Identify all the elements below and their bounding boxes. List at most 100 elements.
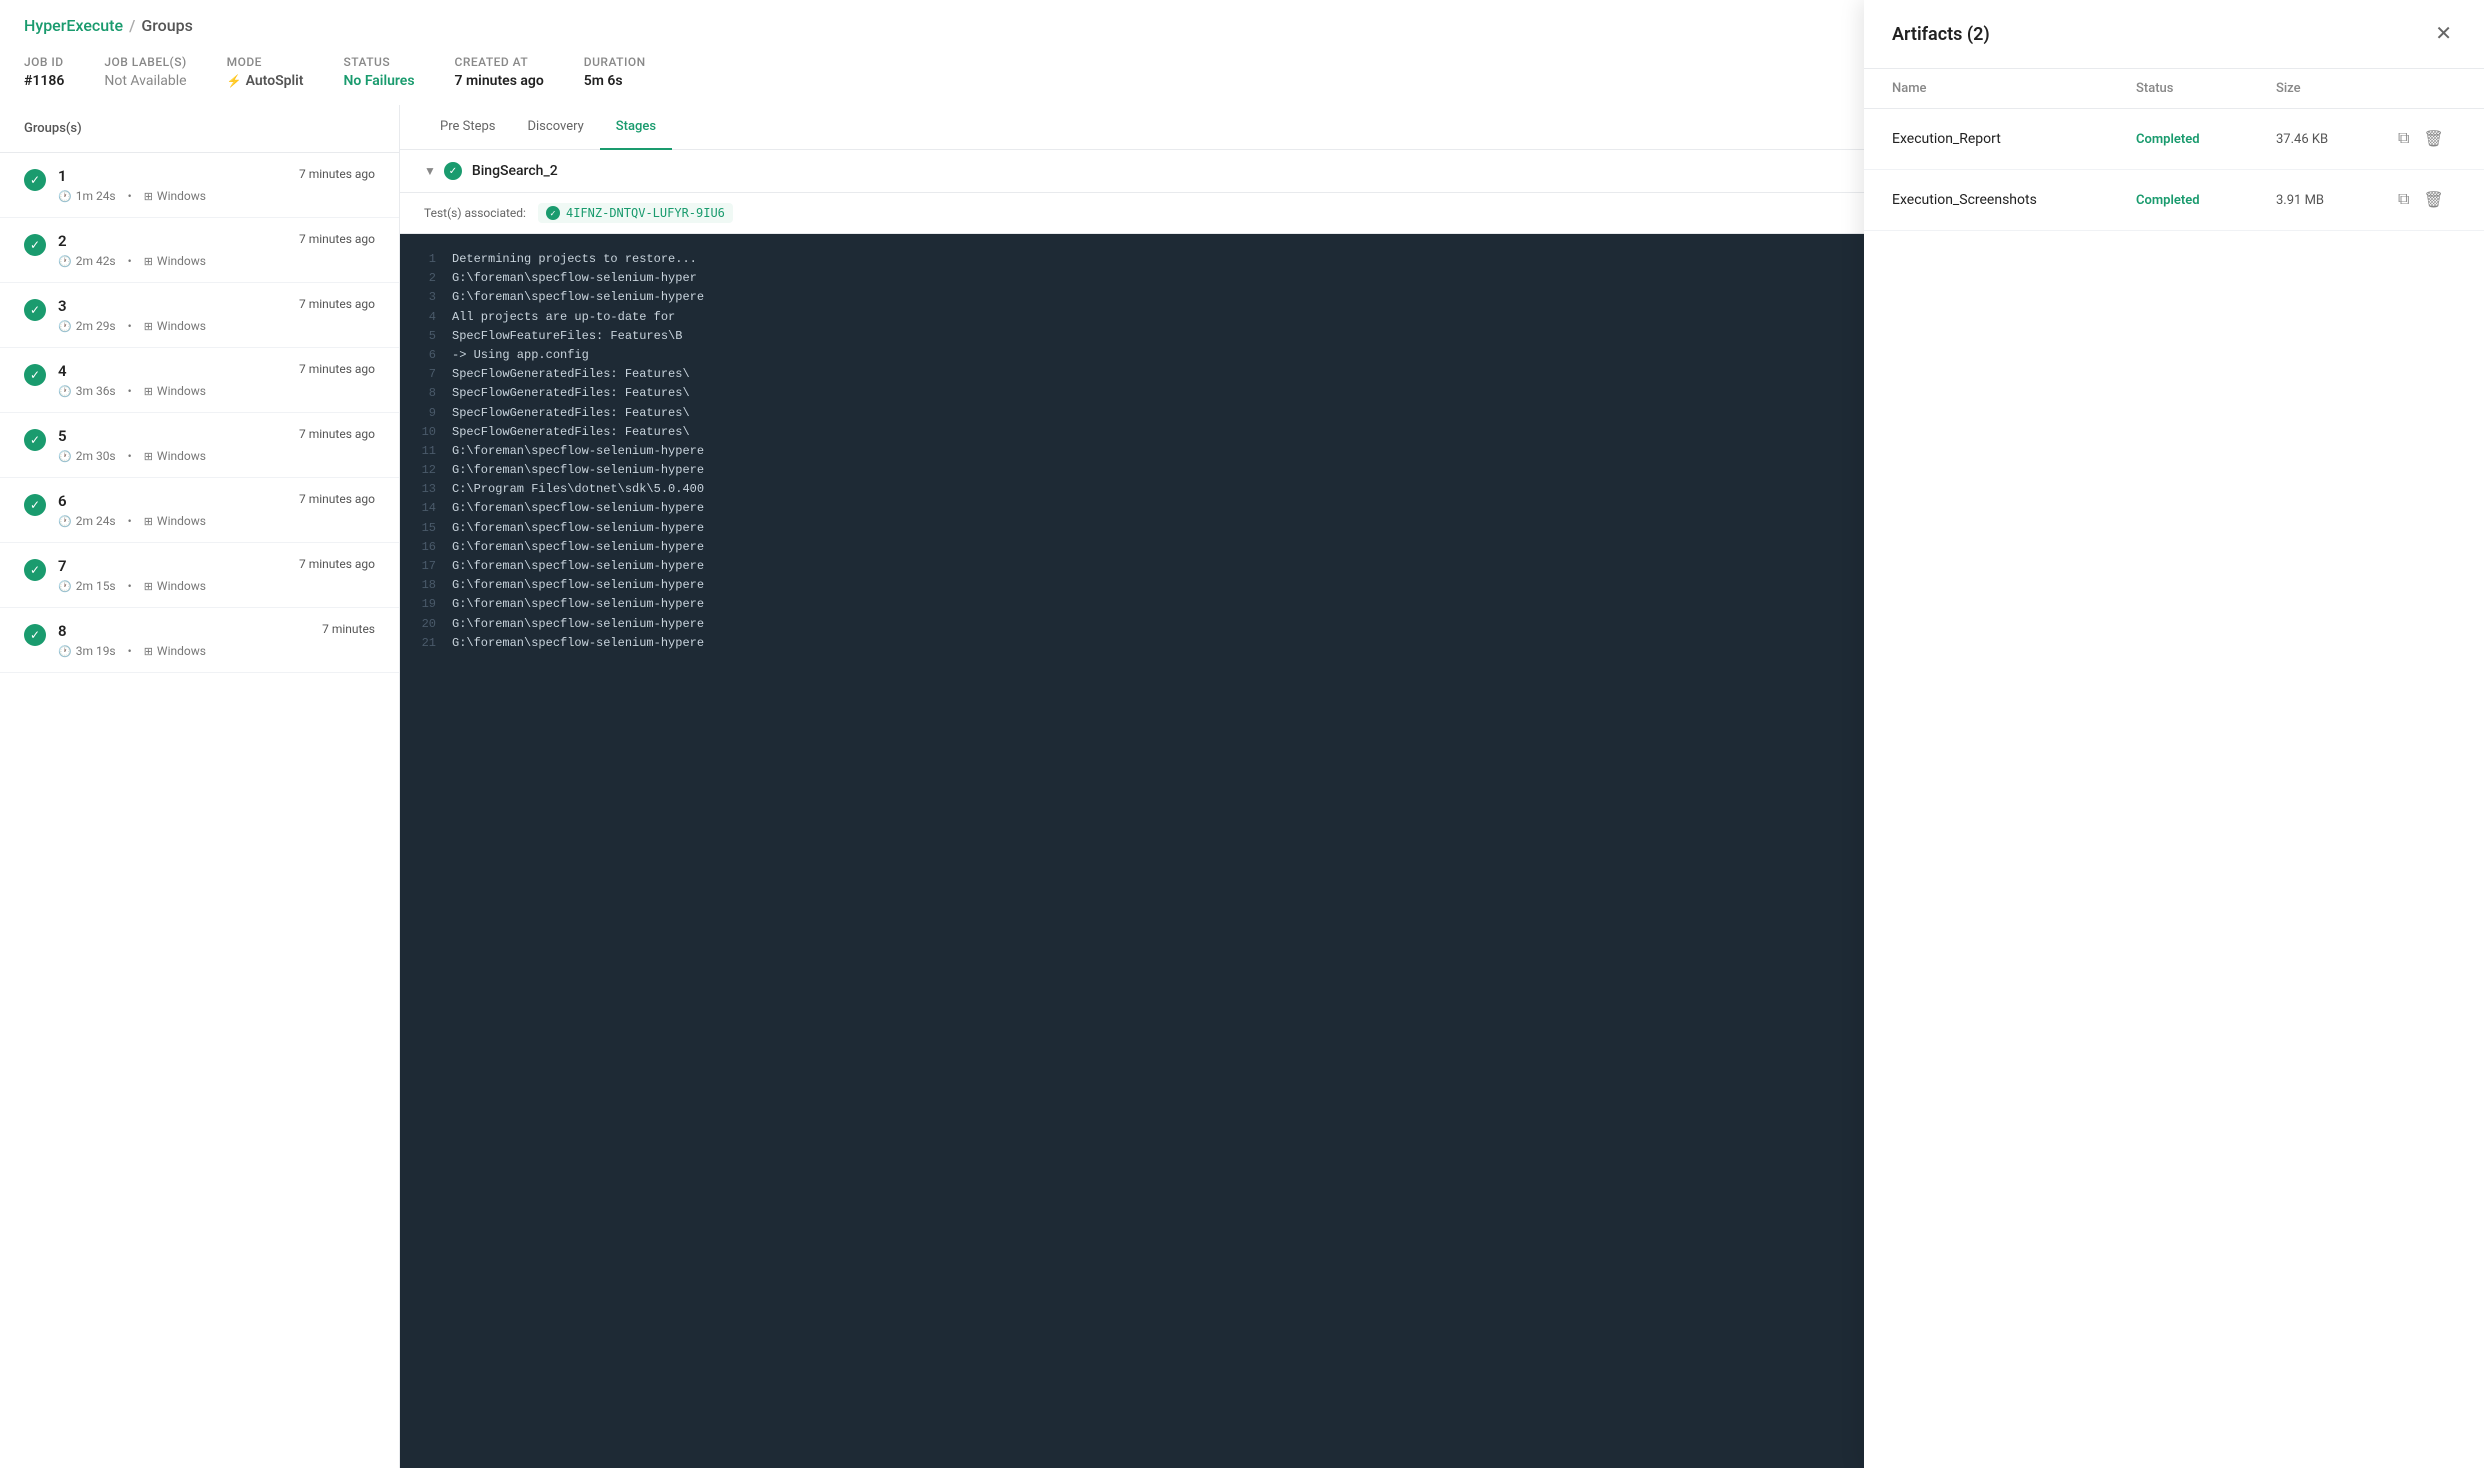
artifact-actions: ⧉ 🗑 [2396,188,2456,212]
job-label-label: Job Label(s) [104,55,186,69]
group-detail-sep: • [128,254,132,268]
group-os: ⊞ Windows [144,449,206,463]
artifact-name: Execution_Report [1892,131,2136,147]
artifact-copy-button[interactable]: ⧉ [2396,189,2411,211]
group-os: ⊞ Windows [144,319,206,333]
group-duration: 🕐 2m 42s [58,254,116,268]
clock-icon: 🕐 [58,645,72,658]
group-duration: 🕐 2m 15s [58,579,116,593]
log-line-number: 12 [416,461,436,480]
artifacts-col-status-header: Status [2136,81,2276,96]
artifact-size: 37.46 KB [2276,132,2396,147]
group-duration: 🕐 2m 24s [58,514,116,528]
stage-name: BingSearch_2 [472,163,558,179]
breadcrumb-hyperexecute-link[interactable]: HyperExecute [24,16,123,35]
artifacts-list: Execution_Report Completed 37.46 KB ⧉ 🗑 … [1864,109,2484,231]
test-id-text: 4IFNZ-DNTQV-LUFYR-9IU6 [566,206,725,220]
log-line-text: G:\foreman\specflow-selenium-hypere [452,442,704,461]
clock-icon: 🕐 [58,450,72,463]
windows-icon: ⊞ [144,645,153,658]
test-id-badge[interactable]: ✓ 4IFNZ-DNTQV-LUFYR-9IU6 [538,203,733,223]
group-item[interactable]: ✓ 2 🕐 2m 42s • ⊞ Windows 7 minutes ago [0,218,399,283]
log-line-number: 2 [416,269,436,288]
log-line-text: G:\foreman\specflow-selenium-hypere [452,557,704,576]
group-detail-sep: • [128,449,132,463]
group-details: 🕐 2m 29s • ⊞ Windows [58,319,299,333]
windows-icon: ⊞ [144,255,153,268]
stage-expand-icon[interactable]: ▼ [424,164,436,178]
artifacts-table-header: Name Status Size [1864,69,2484,109]
artifact-row: Execution_Screenshots Completed 3.91 MB … [1864,170,2484,231]
log-line-number: 10 [416,423,436,442]
artifact-delete-button[interactable]: 🗑 [2421,127,2445,151]
group-details: 🕐 1m 24s • ⊞ Windows [58,189,299,203]
group-number: 3 [58,297,299,315]
tab-discovery[interactable]: Discovery [511,105,599,150]
group-item[interactable]: ✓ 4 🕐 3m 36s • ⊞ Windows 7 minutes ago [0,348,399,413]
log-line-text: G:\foreman\specflow-selenium-hypere [452,519,704,538]
group-number: 2 [58,232,299,250]
group-duration: 🕐 1m 24s [58,189,116,203]
group-item[interactable]: ✓ 8 🕐 3m 19s • ⊞ Windows 7 minutes [0,608,399,673]
artifacts-title: Artifacts (2) [1892,24,1990,45]
group-details: 🕐 2m 15s • ⊞ Windows [58,579,299,593]
tab-stages[interactable]: Stages [600,105,672,150]
groups-list: ✓ 1 🕐 1m 24s • ⊞ Windows 7 minutes ago ✓… [0,153,399,1468]
group-check-icon: ✓ [24,364,46,386]
group-time: 7 minutes ago [299,167,375,181]
group-number: 7 [58,557,299,575]
test-status-dot: ✓ [546,206,560,220]
group-check-icon: ✓ [24,559,46,581]
group-details: 🕐 2m 24s • ⊞ Windows [58,514,299,528]
job-mode-col: Mode AutoSplit [227,55,304,89]
group-detail-sep: • [128,319,132,333]
log-line-number: 20 [416,615,436,634]
artifact-copy-button[interactable]: ⧉ [2396,128,2411,150]
windows-icon: ⊞ [144,190,153,203]
group-duration: 🕐 2m 30s [58,449,116,463]
group-number: 1 [58,167,299,185]
group-time: 7 minutes ago [299,427,375,441]
group-number: 6 [58,492,299,510]
job-created-col: Created at 7 minutes ago [455,55,544,89]
group-item[interactable]: ✓ 7 🕐 2m 15s • ⊞ Windows 7 minutes ago [0,543,399,608]
artifact-delete-button[interactable]: 🗑 [2421,188,2445,212]
group-time: 7 minutes ago [299,297,375,311]
log-line-text: G:\foreman\specflow-selenium-hypere [452,634,704,653]
log-line-number: 11 [416,442,436,461]
group-item[interactable]: ✓ 3 🕐 2m 29s • ⊞ Windows 7 minutes ago [0,283,399,348]
artifacts-panel: Artifacts (2) ✕ Name Status Size Executi… [1864,0,2484,1468]
group-info: 2 🕐 2m 42s • ⊞ Windows [58,232,299,268]
group-check-icon: ✓ [24,299,46,321]
group-item[interactable]: ✓ 5 🕐 2m 30s • ⊞ Windows 7 minutes ago [0,413,399,478]
group-os: ⊞ Windows [144,384,206,398]
artifacts-close-button[interactable]: ✕ [2431,20,2456,48]
log-line-number: 16 [416,538,436,557]
group-duration: 🕐 2m 29s [58,319,116,333]
group-item[interactable]: ✓ 6 🕐 2m 24s • ⊞ Windows 7 minutes ago [0,478,399,543]
job-mode-value: AutoSplit [227,73,304,89]
log-line-text: C:\Program Files\dotnet\sdk\5.0.400 [452,480,704,499]
group-duration: 🕐 3m 36s [58,384,116,398]
log-line-text: G:\foreman\specflow-selenium-hyper [452,269,697,288]
job-label-value: Not Available [104,73,186,89]
artifact-status: Completed [2136,193,2276,208]
job-created-value: 7 minutes ago [455,73,544,89]
group-detail-sep: • [128,579,132,593]
log-line-number: 4 [416,308,436,327]
job-duration-label: Duration [584,55,646,69]
group-number: 8 [58,622,322,640]
log-line-text: SpecFlowGeneratedFiles: Features\ [452,404,690,423]
log-line-text: SpecFlowGeneratedFiles: Features\ [452,365,690,384]
artifact-name: Execution_Screenshots [1892,192,2136,208]
clock-icon: 🕐 [58,190,72,203]
artifact-status: Completed [2136,132,2276,147]
tab-pre-steps[interactable]: Pre Steps [424,105,511,150]
job-status-label: Status [344,55,415,69]
group-item[interactable]: ✓ 1 🕐 1m 24s • ⊞ Windows 7 minutes ago [0,153,399,218]
job-id-col: Job ID #1186 [24,55,64,89]
artifacts-col-actions-header [2396,81,2456,96]
group-number: 4 [58,362,299,380]
log-line-number: 19 [416,595,436,614]
log-line-number: 8 [416,384,436,403]
